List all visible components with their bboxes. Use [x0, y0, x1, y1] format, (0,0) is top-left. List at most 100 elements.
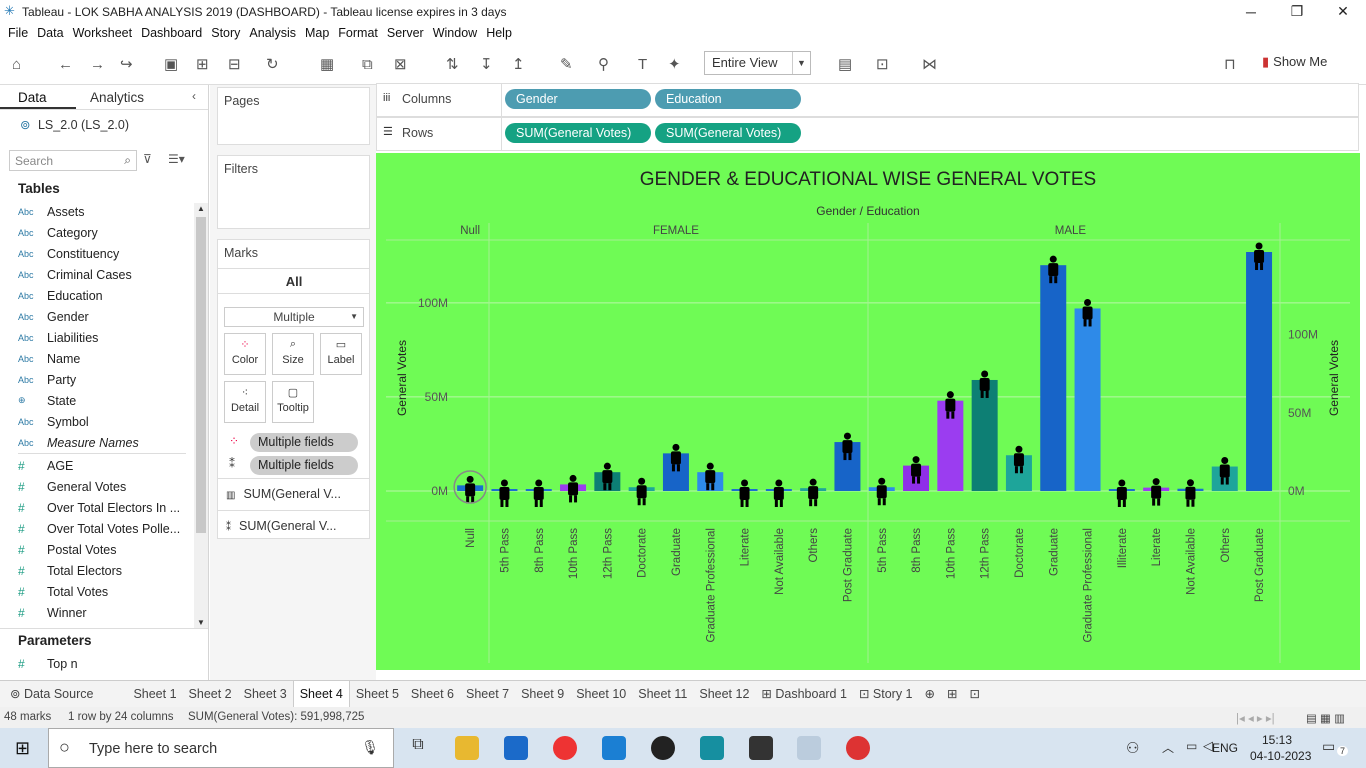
measure-field-over-total-votes-polle[interactable]: # Over Total Votes Polle...	[18, 518, 180, 539]
person-icon-body[interactable]	[876, 485, 887, 499]
save-icon[interactable]: ▣	[164, 53, 178, 75]
person-icon-leg[interactable]	[1054, 276, 1058, 284]
person-icon-leg[interactable]	[1083, 319, 1087, 327]
minimize-button[interactable]: ─	[1228, 0, 1274, 23]
person-icon-leg[interactable]	[1186, 499, 1190, 507]
dimension-field-party[interactable]: Abc Party	[18, 369, 76, 390]
gender-pill[interactable]: Gender	[505, 89, 651, 109]
store-icon[interactable]	[504, 736, 528, 760]
person-icon-body[interactable]	[1048, 263, 1059, 277]
person-icon-body[interactable]	[1254, 250, 1265, 264]
measure-field-winner[interactable]: # Winner	[18, 602, 87, 623]
sort-descending-icon[interactable]: ↥	[512, 53, 525, 75]
measure-field-age[interactable]: # AGE	[18, 455, 73, 476]
dimension-field-gender[interactable]: Abc Gender	[18, 306, 89, 327]
person-icon-leg[interactable]	[676, 464, 680, 472]
person-icon-body[interactable]	[670, 451, 681, 465]
person-icon-leg[interactable]	[608, 483, 612, 491]
bar-male-12th-pass[interactable]	[971, 379, 998, 491]
dimension-field-state[interactable]: ⊕ State	[18, 390, 76, 411]
tableau-taskbar-icon[interactable]	[797, 736, 821, 760]
new-dashboard-icon[interactable]: ⊞	[941, 681, 963, 708]
format-painter-icon[interactable]: ⊓	[1224, 53, 1236, 75]
person-icon-body[interactable]	[568, 482, 579, 496]
person-icon-body[interactable]	[705, 470, 716, 484]
person-icon-leg[interactable]	[1260, 263, 1264, 271]
person-icon-leg[interactable]	[534, 500, 538, 507]
person-icon-leg[interactable]	[642, 498, 646, 506]
mark-field-pill[interactable]: Multiple fields	[250, 456, 358, 475]
menu-file[interactable]: File	[8, 26, 28, 40]
menu-dashboard[interactable]: Dashboard	[141, 26, 202, 40]
tab-sheet-12[interactable]: Sheet 12	[693, 681, 755, 708]
new-worksheet-icon[interactable]: ▦	[320, 53, 334, 75]
h-app-icon[interactable]	[749, 736, 773, 760]
person-icon-leg[interactable]	[1049, 276, 1053, 284]
menu-data[interactable]: Data	[37, 26, 63, 40]
language-indicator[interactable]: ENG	[1212, 741, 1238, 755]
person-icon-leg[interactable]	[843, 453, 847, 461]
mark-field-pill[interactable]: Multiple fields	[250, 433, 358, 452]
person-icon-leg[interactable]	[912, 476, 916, 484]
bar-male-post-graduate[interactable]	[1246, 252, 1273, 491]
maximize-button[interactable]: ❐	[1274, 0, 1320, 23]
bar-male-graduate-professional[interactable]	[1074, 308, 1101, 491]
filters-card[interactable]: Filters	[217, 155, 370, 229]
tab-data[interactable]: Data	[0, 85, 76, 109]
person-icon-leg[interactable]	[1019, 466, 1023, 474]
task-view-icon[interactable]: ⧉	[406, 736, 430, 760]
scroll-thumb[interactable]	[196, 217, 206, 533]
group-members-icon[interactable]: ⚲	[598, 53, 609, 75]
tab-analytics[interactable]: Analytics	[76, 85, 186, 109]
person-icon-body[interactable]	[1013, 453, 1024, 467]
scroll-up-icon[interactable]: ▲	[197, 204, 205, 213]
dimension-field-constituency[interactable]: Abc Constituency	[18, 243, 119, 264]
people-icon[interactable]: ⚇	[1126, 739, 1139, 757]
tab-sheet-5[interactable]: Sheet 5	[350, 681, 405, 708]
clock-date[interactable]: 04-10-2023	[1250, 749, 1311, 763]
tab-sheet-6[interactable]: Sheet 6	[405, 681, 460, 708]
person-icon-leg[interactable]	[1014, 466, 1018, 474]
undo-icon[interactable]: ←	[58, 53, 73, 75]
tab-sheet-3[interactable]: Sheet 3	[238, 681, 293, 708]
columns-shelf[interactable]: iii Columns Gender Education	[376, 83, 1359, 117]
dimension-field-measure-names[interactable]: Abc Measure Names	[18, 432, 139, 453]
tab-dashboard-1[interactable]: ⊞ Dashboard 1	[755, 681, 853, 708]
person-icon-leg[interactable]	[637, 498, 641, 506]
tab-story-1[interactable]: ⊡ Story 1	[853, 681, 919, 708]
show-me-button[interactable]: ▮ Show Me	[1262, 54, 1327, 70]
person-icon-leg[interactable]	[985, 390, 989, 398]
tab-sheet-7[interactable]: Sheet 7	[460, 681, 515, 708]
person-icon-leg[interactable]	[980, 390, 984, 398]
measure-field-total-electors[interactable]: # Total Electors	[18, 560, 122, 581]
microphone-icon[interactable]: 🎙	[361, 739, 379, 756]
file-explorer-icon[interactable]	[455, 736, 479, 760]
person-icon-body[interactable]	[979, 377, 990, 391]
person-icon-body[interactable]	[842, 440, 853, 454]
pause-updates-icon[interactable]: ⊟	[228, 53, 241, 75]
person-icon-leg[interactable]	[1225, 477, 1229, 485]
notification-icon[interactable]: ▭	[1322, 738, 1335, 755]
menu-help[interactable]: Help	[486, 26, 512, 40]
chrome-profile-icon[interactable]	[846, 736, 870, 760]
swap-icon[interactable]: ⇅	[446, 53, 459, 75]
sum-general-votes-pill[interactable]: SUM(General Votes)	[505, 123, 651, 143]
person-icon-leg[interactable]	[500, 500, 504, 507]
scrollbar[interactable]: ▲ ▼	[194, 203, 208, 628]
person-icon-body[interactable]	[739, 487, 750, 500]
person-icon-body[interactable]	[602, 470, 613, 484]
mark-type-dropdown[interactable]: Multiple ▼	[224, 307, 364, 327]
dimension-field-education[interactable]: Abc Education	[18, 285, 103, 306]
person-icon-leg[interactable]	[1088, 319, 1092, 327]
new-worksheet-icon[interactable]: ⊕	[919, 681, 941, 708]
marks-all-tab[interactable]: All	[218, 268, 370, 294]
person-icon-leg[interactable]	[1157, 498, 1161, 506]
person-icon-leg[interactable]	[740, 500, 744, 507]
new-story-icon[interactable]: ⊡	[963, 681, 985, 708]
person-icon-leg[interactable]	[1255, 263, 1259, 271]
detail-button[interactable]: ⁖ Detail	[224, 381, 266, 423]
menu-server[interactable]: Server	[387, 26, 424, 40]
sort-ascending-icon[interactable]: ↧	[480, 53, 493, 75]
tab-data-source[interactable]: ⊚ Data Source	[4, 681, 99, 708]
person-icon-leg[interactable]	[671, 464, 675, 472]
